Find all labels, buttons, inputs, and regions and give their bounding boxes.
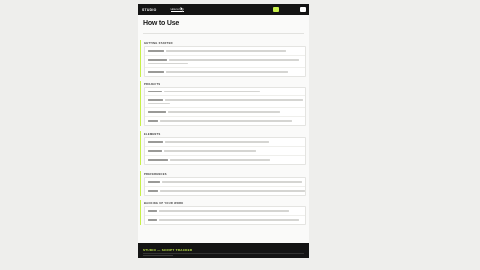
row-description-text xyxy=(170,159,270,161)
row-label-text xyxy=(148,159,168,161)
section-card xyxy=(144,46,306,77)
section-backing-up: BACKING UP YOUR WORK xyxy=(140,200,308,225)
list-item xyxy=(145,156,305,164)
main-nav: How to Use xyxy=(170,8,204,12)
row-label-text xyxy=(148,90,162,93)
row-description-text xyxy=(165,141,269,143)
primary-cta-button[interactable] xyxy=(273,7,279,12)
brand-logo[interactable]: STUDIO xyxy=(142,8,157,12)
top-navigation-bar: STUDIO How to Use xyxy=(138,4,309,15)
row-description-text xyxy=(166,71,288,73)
title-divider xyxy=(143,33,304,34)
list-item xyxy=(145,207,305,216)
row-label-text xyxy=(148,59,167,61)
section-preferences: PREFERENCES xyxy=(140,171,308,196)
list-item xyxy=(145,138,305,147)
row-label-text xyxy=(148,120,158,122)
row-description-text xyxy=(169,59,299,61)
section-projects: PROJECTS xyxy=(140,81,308,126)
list-item xyxy=(145,117,305,125)
section-card xyxy=(144,206,306,225)
section-card xyxy=(144,137,306,165)
footer-brand: STUDIO — SCRIPT TRACKER xyxy=(143,248,193,252)
row-description-text xyxy=(148,62,188,65)
row-label-text xyxy=(148,50,164,52)
list-item xyxy=(145,88,305,96)
row-label-text xyxy=(148,219,157,221)
page-title: How to Use xyxy=(143,20,180,27)
footer-text xyxy=(143,254,173,256)
row-label-text xyxy=(148,150,162,152)
list-item xyxy=(145,56,305,68)
list-item xyxy=(145,108,305,117)
row-label-text xyxy=(148,71,164,73)
row-label-text xyxy=(148,141,163,143)
section-card xyxy=(144,177,306,196)
row-description-text xyxy=(160,120,292,122)
mouse-cursor-icon xyxy=(180,6,184,12)
list-item xyxy=(145,68,305,76)
row-description-text xyxy=(160,190,305,192)
row-description-text xyxy=(166,50,286,52)
row-label-text xyxy=(148,99,163,101)
row-label-text xyxy=(148,111,166,113)
row-label-text xyxy=(148,181,160,183)
list-item xyxy=(145,216,305,224)
list-item xyxy=(145,47,305,56)
row-description-text xyxy=(168,111,280,113)
row-description-text xyxy=(159,219,299,221)
footer: STUDIO — SCRIPT TRACKER xyxy=(138,243,309,258)
list-item xyxy=(145,187,305,195)
row-label-text xyxy=(148,190,158,192)
row-description-text xyxy=(164,90,260,93)
section-card xyxy=(144,87,306,126)
list-item xyxy=(145,96,305,108)
secondary-button[interactable] xyxy=(300,7,306,12)
list-item xyxy=(145,178,305,187)
row-label-text xyxy=(148,210,157,212)
content-page: How to Use GETTING STARTED PROJECTS ELEM… xyxy=(138,15,309,243)
section-elements: ELEMENTS xyxy=(140,131,308,165)
section-getting-started: GETTING STARTED xyxy=(140,40,308,77)
list-item xyxy=(145,147,305,156)
row-description-text xyxy=(148,102,170,105)
row-description-text xyxy=(159,210,289,212)
row-description-text xyxy=(164,150,256,152)
row-description-text xyxy=(162,181,302,183)
row-description-text xyxy=(165,99,303,101)
